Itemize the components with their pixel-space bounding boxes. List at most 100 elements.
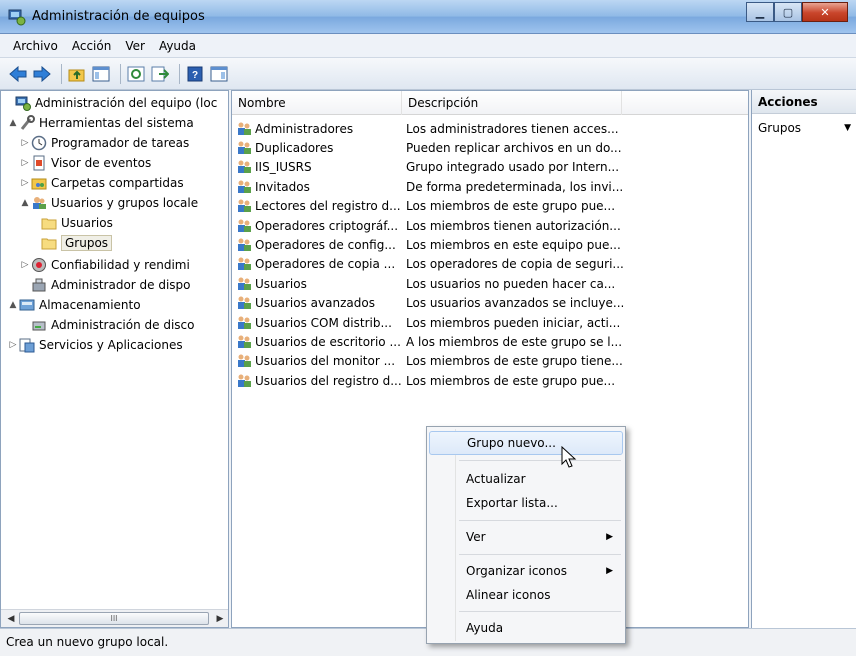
menu-item-label: Organizar iconos: [466, 564, 567, 578]
table-row[interactable]: Invitados De forma predeterminada, los in…: [232, 177, 748, 196]
expand-arrow-icon[interactable]: ▷: [19, 260, 31, 270]
menu-item-actualizar[interactable]: Actualizar: [429, 467, 623, 491]
refresh-button[interactable]: [126, 64, 146, 84]
scroll-left-icon[interactable]: ◀: [3, 611, 19, 627]
menu-accion[interactable]: Acción: [65, 39, 118, 53]
title-bar[interactable]: Administración de equipos ▁ ▢ ✕: [0, 0, 856, 34]
menu-separator: [459, 554, 621, 555]
table-row[interactable]: Usuarios del monitor ... Los miembros de …: [232, 352, 748, 371]
group-icon: [238, 354, 251, 368]
group-name: Operadores de copia ...: [255, 257, 396, 272]
shared-folder-icon: [31, 178, 47, 190]
tree-item-administración[interactable]: Administración del equipo (loc: [3, 93, 217, 113]
expand-arrow-icon[interactable]: ▷: [19, 158, 31, 168]
reliability-icon: [32, 258, 46, 272]
tree-item-label: Servicios y Aplicaciones: [39, 338, 183, 352]
context-menu: Grupo nuevo... Actualizar Exportar lista…: [426, 426, 626, 644]
menu-item-ayuda[interactable]: Ayuda: [429, 616, 623, 640]
menu-separator: [459, 460, 621, 461]
collapse-arrow-icon[interactable]: ▼: [844, 116, 851, 140]
tree-item-administración[interactable]: Administración de disco: [19, 315, 194, 335]
tree-item-almacenamiento[interactable]: ▲ Almacenamiento: [7, 295, 141, 315]
group-icon: [238, 335, 251, 348]
forward-button[interactable]: [32, 64, 52, 84]
show-hide-tree-button[interactable]: [91, 64, 111, 84]
group-description: Los miembros de este grupo pue...: [406, 373, 616, 388]
group-name: Usuarios avanzados: [255, 296, 375, 311]
tree-item-usuarios[interactable]: ▲ Usuarios y grupos locale: [19, 193, 199, 213]
column-nombre[interactable]: Nombre: [232, 91, 402, 115]
up-one-level-button[interactable]: [67, 64, 87, 84]
help-button[interactable]: ?: [185, 64, 205, 84]
show-hide-action-pane-button[interactable]: [209, 64, 229, 84]
svg-text:?: ?: [192, 70, 198, 81]
group-icon: [238, 180, 251, 193]
back-button[interactable]: [8, 64, 28, 84]
menu-item-label: Grupo nuevo...: [467, 436, 556, 450]
table-row[interactable]: Duplicadores Pueden replicar archivos en …: [232, 138, 748, 157]
app-window: Administración de equipos ▁ ▢ ✕ Archivo …: [0, 0, 856, 656]
table-row[interactable]: Usuarios Los usuarios no pueden hacer ca.…: [232, 274, 748, 293]
table-row[interactable]: Usuarios de escritorio ... A los miembros…: [232, 332, 748, 351]
group-name-cell: Administradores: [236, 121, 404, 137]
tree-item-programador[interactable]: ▷ Programador de tareas: [19, 133, 189, 153]
menu-ver[interactable]: Ver: [118, 39, 152, 53]
group-name-cell: Duplicadores: [236, 140, 404, 156]
group-name: Operadores criptográf...: [255, 218, 399, 233]
expand-arrow-icon[interactable]: ▷: [19, 178, 31, 188]
tree-item-label: Visor de eventos: [51, 156, 152, 170]
column-descripcion[interactable]: Descripción: [402, 91, 622, 115]
menu-item-ver[interactable]: Ver ▶: [429, 525, 623, 549]
tree-item-carpetas[interactable]: ▷ Carpetas compartidas: [19, 173, 184, 193]
group-name-cell: Usuarios del registro d...: [236, 373, 404, 389]
scroll-thumb[interactable]: III: [19, 612, 209, 625]
close-button[interactable]: ✕: [802, 2, 848, 22]
tree-item-confiabilidad[interactable]: ▷ Confiabilidad y rendimi: [19, 255, 190, 275]
table-row[interactable]: Usuarios del registro d... Los miembros d…: [232, 371, 748, 390]
group-description: Grupo integrado usado por Intern...: [406, 160, 620, 175]
horizontal-scrollbar[interactable]: ◀ III ▶: [1, 609, 228, 627]
scroll-right-icon[interactable]: ▶: [212, 611, 228, 627]
group-description: Los miembros de este grupo pue...: [406, 199, 616, 214]
minimize-button[interactable]: ▁: [746, 2, 774, 22]
maximize-button[interactable]: ▢: [774, 2, 802, 22]
tree-item-grupos[interactable]: Grupos: [41, 233, 113, 253]
expand-arrow-icon[interactable]: ▷: [19, 138, 31, 148]
group-description: Los miembros de este grupo tiene...: [406, 354, 623, 369]
menu-item-grupo-nuevo[interactable]: Grupo nuevo...: [429, 431, 623, 455]
menu-item-organizar-iconos[interactable]: Organizar iconos ▶: [429, 559, 623, 583]
group-name: Invitados: [255, 179, 310, 194]
tree-item-usuarios[interactable]: Usuarios: [41, 213, 113, 233]
table-row[interactable]: Usuarios COM distrib... Los miembros pued…: [232, 313, 748, 332]
menu-archivo[interactable]: Archivo: [6, 39, 65, 53]
tools-icon: [20, 115, 35, 130]
group-icon: [238, 122, 251, 135]
table-row[interactable]: Operadores de config... Los miembros en e…: [232, 235, 748, 254]
group-name: Usuarios de escritorio ...: [255, 334, 401, 349]
tree-item-visor[interactable]: ▷ Visor de eventos: [19, 153, 151, 173]
expand-arrow-icon[interactable]: ▲: [19, 198, 31, 208]
actions-groups-item[interactable]: Grupos ▼: [752, 116, 856, 140]
table-row[interactable]: Administradores Los administradores tiene…: [232, 119, 748, 138]
tree-item-administrador[interactable]: Administrador de dispo: [19, 275, 191, 295]
table-row[interactable]: IIS_IUSRS Grupo integrado usado por Inter…: [232, 158, 748, 177]
export-list-button[interactable]: [150, 64, 170, 84]
table-row[interactable]: Usuarios avanzados Los usuarios avanzados…: [232, 294, 748, 313]
table-row[interactable]: Operadores criptográf... Los miembros tie…: [232, 216, 748, 235]
group-name: Usuarios del monitor ...: [255, 354, 396, 369]
expand-arrow-icon[interactable]: ▲: [7, 118, 19, 128]
group-description: Los usuarios avanzados se incluye...: [406, 296, 625, 311]
menu-ayuda[interactable]: Ayuda: [152, 39, 203, 53]
menu-item-alinear-iconos[interactable]: Alinear iconos: [429, 583, 623, 607]
menu-item-exportar-lista[interactable]: Exportar lista...: [429, 491, 623, 515]
tree-item-label: Carpetas compartidas: [51, 176, 184, 190]
tree-item-herramientas[interactable]: ▲ Herramientas del sistema: [7, 113, 194, 133]
console-tree[interactable]: Administración del equipo (loc ▲ Herramien…: [0, 90, 229, 628]
table-row[interactable]: Lectores del registro d... Los miembros d…: [232, 197, 748, 216]
computer-management-icon: [15, 96, 31, 111]
tree-item-servicios[interactable]: ▷ Servicios y Aplicaciones: [7, 335, 183, 355]
table-row[interactable]: Operadores de copia ... Los operadores de…: [232, 255, 748, 274]
expand-arrow-icon[interactable]: ▷: [7, 340, 19, 350]
expand-arrow-icon[interactable]: ▲: [7, 300, 19, 310]
tree-item-label: Usuarios y grupos locale: [51, 196, 199, 210]
